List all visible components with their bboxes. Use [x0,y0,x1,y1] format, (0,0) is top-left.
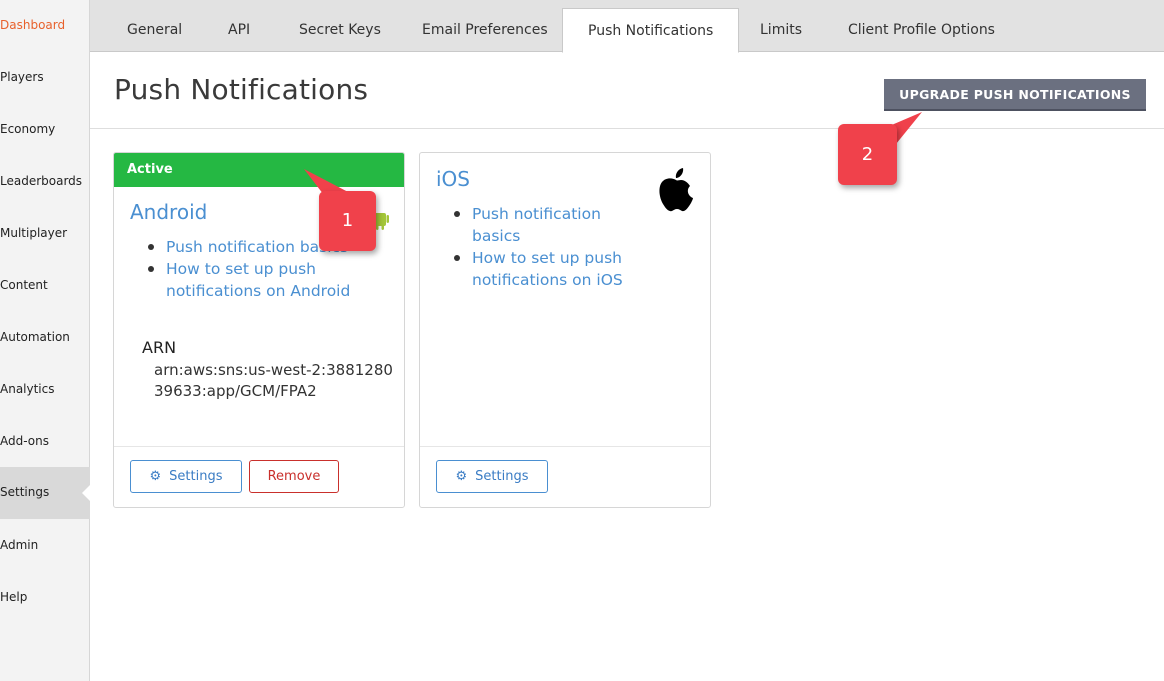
sidebar-item-multiplayer[interactable]: Multiplayer [0,208,90,260]
ios-settings-button[interactable]: ⚙ Settings [436,460,548,493]
sidebar-item-automation[interactable]: Automation [0,312,90,364]
callout-2: 2 [838,124,897,185]
list-item: How to set up push notifications on Andr… [146,258,386,302]
ios-help-links: Push notification basics How to set up p… [452,203,652,291]
android-title[interactable]: Android [130,200,207,224]
settings-label: Settings [169,469,223,484]
header-divider [90,128,1164,129]
sidebar-item-leaderboards[interactable]: Leaderboards [0,156,90,208]
android-setup-link[interactable]: How to set up push notifications on Andr… [166,260,350,300]
sidebar-item-dashboard[interactable]: Dashboard [0,0,90,52]
list-item: Push notification basics [452,203,652,247]
sidebar-item-help[interactable]: Help [0,572,90,624]
sidebar-item-economy[interactable]: Economy [0,104,90,156]
callout-1: 1 [319,191,376,251]
arn-value: arn:aws:sns:us-west-2:388128039633:app/G… [154,361,393,400]
apple-icon [659,168,693,212]
page-title: Push Notifications [114,73,369,106]
sidebar: Dashboard Players Economy Leaderboards M… [0,0,91,681]
list-item: How to set up push notifications on iOS [452,247,652,291]
sidebar-item-add-ons[interactable]: Add-ons [0,416,90,468]
settings-label: Settings [475,469,529,484]
sidebar-item-content[interactable]: Content [0,260,90,312]
ios-card: iOS Push notification basics How to set … [419,152,711,508]
tab-client-profile-options[interactable]: Client Profile Options [823,8,1020,52]
sidebar-item-players[interactable]: Players [0,52,90,104]
sidebar-item-settings[interactable]: Settings [0,467,90,519]
gear-icon: ⚙ [455,469,468,484]
sidebar-item-analytics[interactable]: Analytics [0,364,90,416]
android-settings-button[interactable]: ⚙ Settings [130,460,242,493]
status-badge: Active [114,153,404,187]
upgrade-push-notifications-button[interactable]: UPGRADE PUSH NOTIFICATIONS [884,79,1146,111]
push-basics-link[interactable]: Push notification basics [472,205,601,245]
gear-icon: ⚙ [149,469,162,484]
card-footer-divider [420,446,710,447]
sidebar-item-admin[interactable]: Admin [0,520,90,572]
tab-email-preferences[interactable]: Email Preferences [397,8,573,52]
settings-tabs: General API Secret Keys Email Preference… [90,0,1164,53]
card-footer-divider [114,446,404,447]
tab-limits[interactable]: Limits [735,8,827,52]
tab-api[interactable]: API [203,8,275,52]
tab-secret-keys[interactable]: Secret Keys [274,8,406,52]
tab-push-notifications[interactable]: Push Notifications [562,8,740,53]
android-remove-button[interactable]: Remove [249,460,339,493]
ios-title[interactable]: iOS [436,167,470,191]
selected-indicator-arrow [82,484,91,502]
ios-setup-link[interactable]: How to set up push notifications on iOS [472,249,623,289]
arn-label: ARN [142,338,177,357]
tab-general[interactable]: General [102,8,207,52]
